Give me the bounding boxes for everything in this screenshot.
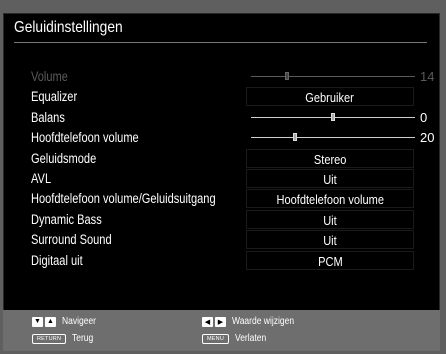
hint-exit: MENU Verlaten [202,333,272,344]
hint-change-label: Waarde wijzigen [232,316,295,327]
hint-change-value: ◀ ▶ Waarde wijzigen [202,316,305,327]
slider-track[interactable] [251,137,415,139]
setting-value-box[interactable]: Hoofdtelefoon volume [246,189,414,209]
setting-value-box[interactable]: PCM [246,250,414,270]
hint-exit-label: Verlaten [235,333,267,344]
setting-label: Equalizer [31,89,78,105]
setting-label: Geluidsmode [31,150,97,166]
slider-value: 0 [420,109,428,125]
setting-value: Stereo [313,151,347,167]
setting-row-avl[interactable]: AVL Uit [0,168,446,189]
setting-row-equalizer[interactable]: Equalizer Gebruiker [0,86,446,107]
footer-hints: ▼ ▲ Navigeer RETURN Terug ◀ ▶ Waarde wijzi… [3,310,440,351]
return-key-icon: RETURN [32,333,67,344]
page-title: Geluidinstellingen [14,19,123,36]
slider-thumb [285,72,290,80]
setting-row-surround-sound[interactable]: Surround Sound Uit [0,229,446,250]
setting-row-digitaal-uit[interactable]: Digitaal uit PCM [0,250,446,271]
setting-value: Uit [323,233,337,249]
setting-label: Hoofdtelefoon volume [31,130,139,146]
setting-value: Hoofdtelefoon volume [276,192,384,208]
setting-value-box[interactable]: Uit [246,169,414,188]
setting-row-geluidsmode[interactable]: Geluidsmode Stereo [0,148,446,169]
setting-label: Hoofdtelefoon volume/Geluidsuitgang [31,191,216,207]
hint-navigate: ▼ ▲ Navigeer [32,316,102,327]
setting-row-volume: Volume 14 [0,66,446,87]
setting-row-hoofdtelefoon-volume-geluidsuitgang[interactable]: Hoofdtelefoon volume/Geluidsuitgang Hoofd… [0,188,446,209]
setting-label: AVL [31,171,52,186]
setting-label: Surround Sound [31,232,112,248]
setting-label: Dynamic Bass [31,211,102,227]
setting-value-box[interactable]: Uit [246,230,414,250]
setting-value: Uit [323,212,337,228]
left-right-keys-icon: ◀ ▶ [202,316,226,327]
setting-row-balans[interactable]: Balans 0 [0,107,446,128]
slider-thumb[interactable] [331,112,335,121]
setting-label: Volume [31,69,68,84]
setting-value: Uit [323,172,337,187]
setting-value: PCM [317,253,343,269]
setting-label: Digitaal uit [31,252,83,268]
hint-back-label: Terug [72,333,94,344]
setting-value-box[interactable]: Gebruiker [246,87,414,107]
slider-value: 14 [420,69,435,84]
setting-value-box[interactable]: Uit [246,209,414,229]
up-down-keys-icon: ▼ ▲ [32,316,56,327]
hint-back: RETURN Terug [32,333,97,344]
hint-navigate-label: Navigeer [62,316,97,327]
setting-value-box[interactable]: Stereo [246,148,414,168]
setting-label: Balans [31,109,65,125]
title-divider [14,42,427,43]
slider-track [251,76,415,77]
slider-value: 20 [420,130,435,146]
menu-key-icon: MENU [202,333,229,344]
setting-row-hoofdtelefoon-volume[interactable]: Hoofdtelefoon volume 20 [0,127,446,148]
setting-row-dynamic-bass[interactable]: Dynamic Bass Uit [0,209,446,230]
setting-value: Gebruiker [305,90,355,106]
slider-thumb[interactable] [293,133,298,142]
